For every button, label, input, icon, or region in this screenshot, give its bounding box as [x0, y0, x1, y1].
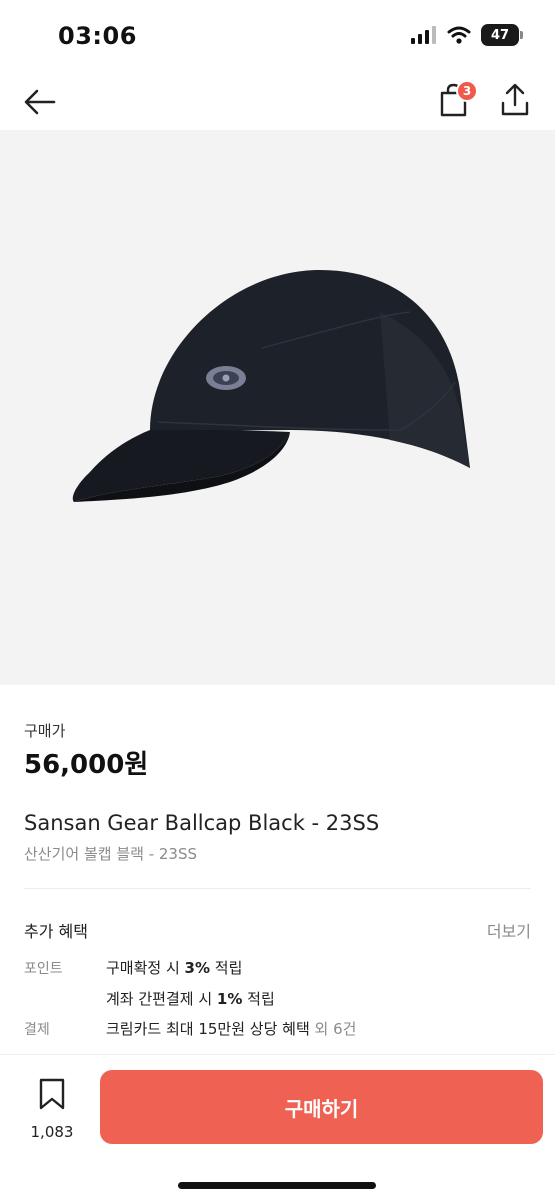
ballcap-image: [72, 270, 470, 502]
point-label: 포인트: [24, 961, 63, 977]
product-name-english: Sansan Gear Ballcap Black - 23SS: [24, 811, 380, 835]
product-name-korean: 산산기어 볼캡 블랙 - 23SS: [24, 845, 198, 863]
benefits-more-link[interactable]: 더보기: [487, 918, 531, 942]
status-icons: 47: [411, 24, 523, 46]
nav-bar: 3: [0, 72, 555, 130]
bookmark-icon: [39, 1078, 65, 1110]
point-benefit-1-suffix: 적립: [210, 959, 243, 977]
status-time: 03:06: [58, 22, 137, 50]
price-label: 구매가: [24, 722, 66, 740]
point-benefit-2-rate: 1%: [216, 990, 243, 1008]
home-indicator: [178, 1182, 376, 1189]
point-benefit-2: 계좌 간편결제 시 1% 적립: [106, 988, 275, 1009]
point-benefit-2-suffix: 적립: [242, 990, 275, 1008]
bookmark-button[interactable]: 1,083: [20, 1077, 84, 1143]
cellular-signal-icon: [411, 26, 436, 44]
point-benefit-1-text: 구매확정 시: [106, 959, 185, 977]
arrow-left-icon: [24, 89, 56, 115]
bottom-action-bar: 1,083 구매하기: [0, 1054, 555, 1200]
battery-icon: 47: [481, 24, 523, 46]
point-benefit-1-rate: 3%: [184, 959, 211, 977]
product-image[interactable]: [0, 130, 555, 685]
payment-benefit-extra: 외 6건: [314, 1020, 357, 1038]
point-benefit-2-text: 계좌 간편결제 시: [106, 990, 217, 1008]
battery-level: 47: [490, 27, 510, 43]
product-page: 03:06 47 3 구매가 56,000원 Sansan Gear Ballc…: [0, 0, 555, 1200]
cart-count-badge: 3: [456, 80, 478, 102]
payment-benefit-text: 크림카드 최대 15만원 상당 혜택: [106, 1020, 310, 1038]
status-bar: 03:06 47: [0, 0, 555, 72]
point-benefit-1: 구매확정 시 3% 적립: [106, 957, 242, 978]
benefits-title: 추가 혜택: [24, 922, 88, 941]
bookmark-count: 1,083: [30, 1123, 74, 1141]
divider: [24, 888, 531, 889]
back-button[interactable]: [20, 82, 60, 122]
wifi-icon: [447, 26, 471, 44]
payment-benefit: 크림카드 최대 15만원 상당 혜택 외 6건: [106, 1018, 356, 1039]
payment-label: 결제: [24, 1022, 50, 1038]
share-icon: [501, 83, 529, 116]
buy-button[interactable]: 구매하기: [100, 1070, 543, 1144]
share-button[interactable]: [496, 80, 536, 120]
price-value: 56,000원: [24, 750, 149, 780]
